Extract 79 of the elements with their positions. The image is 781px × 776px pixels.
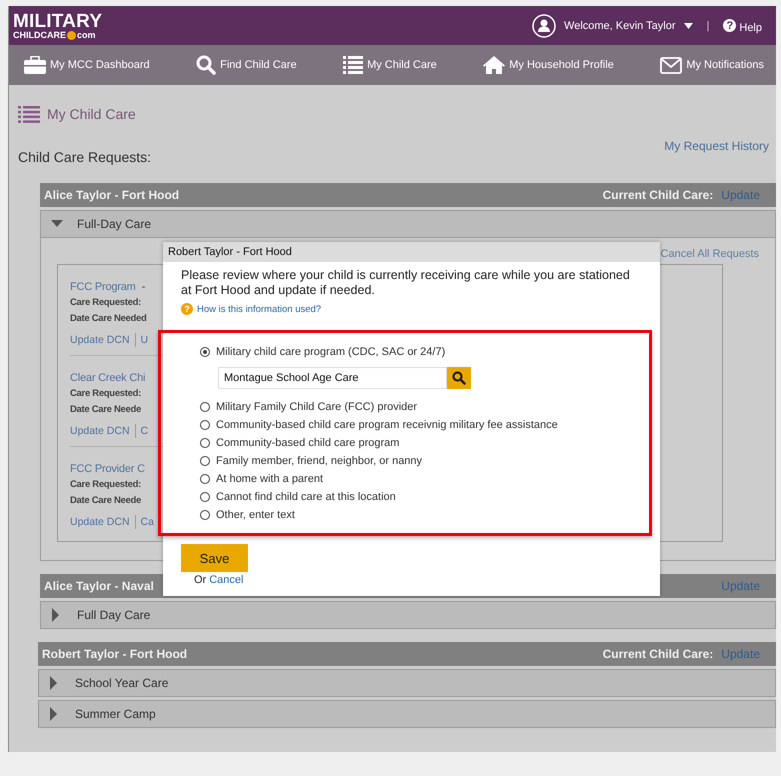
date-needed-label: Date Care Neede (70, 494, 142, 508)
radio-button[interactable] (200, 402, 210, 412)
caret-icon[interactable] (684, 22, 693, 28)
option-label[interactable]: Cannot find child care at this location (216, 491, 396, 503)
program-link[interactable]: FCC Provider C (70, 461, 145, 477)
radio-button[interactable] (200, 456, 210, 466)
option-label[interactable]: Other, enter text (216, 509, 295, 521)
radio-button[interactable] (200, 510, 210, 520)
update-dcn-link[interactable]: Update DCN (70, 516, 130, 528)
logo-suffix: com (77, 30, 96, 40)
logo-text: MILITARY (13, 12, 102, 30)
nav-link[interactable]: My Notifications (686, 59, 764, 71)
logo-subtext: CHILDCARE (13, 30, 66, 40)
dialog-message: Please review where your child is currently receiving care while you are stationed at Fort Hood and update if needed. (181, 268, 631, 298)
care-type-label: School Year Care (75, 676, 168, 690)
care-requested-label: Care Requested: (70, 387, 141, 401)
welcome-menu[interactable]: Welcome, Kevin Taylor (564, 20, 676, 32)
care-row[interactable]: Summer Camp (38, 700, 776, 728)
care-row[interactable]: Full Day Care (40, 601, 776, 629)
option-label[interactable]: Military child care program (CDC, SAC or 24/7) (216, 346, 446, 358)
user-icon[interactable] (532, 14, 556, 38)
child-title: Alice Taylor - Fort Hood (44, 188, 180, 202)
help-link[interactable]: How is this information used? (197, 304, 322, 314)
date-needed-label: Date Care Needed (70, 312, 147, 326)
radio-button[interactable] (200, 420, 210, 430)
radio-button[interactable] (200, 492, 210, 502)
logo-dot-icon (67, 30, 76, 40)
program-link[interactable]: Clear Creek Chi (70, 370, 146, 386)
action-link[interactable]: C (140, 425, 148, 437)
care-type-label: Full Day Care (77, 608, 150, 622)
care-requested-label: Care Requested: (70, 478, 141, 492)
care-requested-label: Care Requested: (70, 296, 141, 310)
nav-link[interactable]: My Child Care (367, 59, 437, 71)
search-field[interactable]: Montague School Age Care (218, 367, 447, 389)
or-text: Or (194, 574, 206, 586)
program-link[interactable]: FCC Program (70, 279, 136, 295)
care-type-label: Summer Camp (75, 707, 156, 721)
current-care-label: Current Child Care: (602, 647, 714, 661)
page-title: My Child Care (47, 106, 136, 122)
radio-button[interactable] (200, 474, 210, 484)
separator: | (706, 20, 710, 32)
update-dcn-link[interactable]: Update DCN (70, 334, 130, 346)
action-link[interactable]: U (140, 334, 148, 346)
request-history-link[interactable]: My Request History (664, 139, 769, 165)
help-link[interactable]: Help (739, 22, 762, 34)
radio-button[interactable] (200, 347, 210, 357)
care-type-label: Full-Day Care (77, 217, 152, 231)
nav-link[interactable]: My MCC Dashboard (50, 59, 150, 71)
option-label[interactable]: Military Family Child Care (FCC) provider (216, 401, 418, 413)
action-link[interactable]: Ca (140, 516, 154, 528)
care-row[interactable]: School Year Care (38, 669, 776, 697)
section-title: Child Care Requests: (18, 149, 152, 165)
house-icon[interactable] (483, 56, 506, 74)
option-label[interactable]: Community-based child care program receivnig military fee assistance (216, 419, 558, 431)
briefcase-icon[interactable] (24, 56, 46, 74)
nav-link[interactable]: Find Child Care (220, 59, 297, 71)
child-title: Robert Taylor - Fort Hood (42, 647, 188, 661)
option-label[interactable]: At home with a parent (216, 473, 324, 485)
save-button[interactable]: Save (181, 544, 248, 572)
radio-button[interactable] (200, 438, 210, 448)
care-row[interactable]: Full-Day Care (40, 210, 776, 238)
search-icon (452, 371, 466, 385)
current-care-label: Current Child Care: (602, 188, 714, 202)
list-icon[interactable] (343, 56, 364, 74)
update-dcn-link[interactable]: Update DCN (70, 425, 130, 437)
cancel-all-link[interactable]: Cancel All Requests (660, 248, 759, 260)
dialog-title: Robert Taylor - Fort Hood (163, 242, 660, 262)
dash-text: - (142, 280, 146, 295)
search-icon[interactable] (196, 55, 216, 75)
cancel-link[interactable]: Cancel (209, 574, 244, 586)
option-label[interactable]: Community-based child care program (216, 437, 400, 449)
envelope-icon[interactable] (660, 56, 682, 74)
list-icon (18, 106, 40, 122)
date-needed-label: Date Care Neede (70, 403, 142, 417)
option-label[interactable]: Family member, friend, neighbor, or nanny (216, 455, 422, 467)
help-icon[interactable]: ? (723, 19, 736, 32)
child-title: Alice Taylor - Naval (44, 579, 154, 593)
search-button[interactable] (447, 367, 471, 389)
nav-link[interactable]: My Household Profile (509, 59, 614, 71)
